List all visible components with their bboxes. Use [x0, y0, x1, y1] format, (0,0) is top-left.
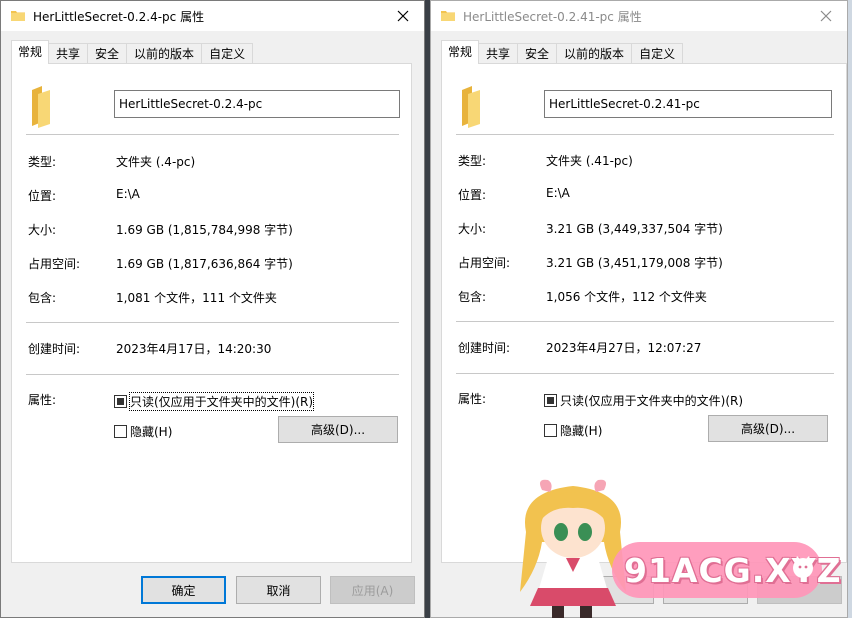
contains-label: 包含:: [458, 290, 487, 304]
watermark-badge: 91ACG.XYZ: [612, 542, 841, 598]
tab-general[interactable]: 常规: [441, 40, 480, 64]
hidden-checkbox-row[interactable]: 隐藏(H): [544, 422, 602, 439]
tab-sharing[interactable]: 共享: [478, 43, 519, 64]
divider: [26, 374, 399, 375]
location-value: E:\A: [116, 187, 140, 201]
properties-dialog-left: HerLittleSecret-0.2.4-pc 属性 常规 共享 安全 以前的…: [0, 0, 425, 618]
close-icon: [820, 10, 832, 22]
tab-customize[interactable]: 自定义: [201, 43, 254, 64]
title-bar[interactable]: HerLittleSecret-0.2.41-pc 属性: [431, 1, 847, 31]
tab-bar: 常规 共享 安全 以前的版本 自定义: [441, 40, 684, 64]
size-value: 1.69 GB (1,815,784,998 字节): [116, 223, 293, 237]
general-panel: 类型: 文件夹 (.4-pc) 位置: E:\A 大小: 1.69 GB (1,…: [11, 63, 412, 563]
readonly-checkbox[interactable]: [114, 395, 127, 408]
created-value: 2023年4月17日，14:20:30: [116, 342, 272, 356]
apply-button[interactable]: 应用(A): [330, 576, 415, 604]
type-label: 类型:: [458, 154, 487, 168]
ok-button[interactable]: 确定: [141, 576, 226, 604]
type-value: 文件夹 (.41-pc): [546, 154, 633, 168]
hidden-checkbox[interactable]: [544, 424, 557, 437]
close-icon: [397, 10, 409, 22]
tab-sharing[interactable]: 共享: [48, 43, 89, 64]
attributes-label: 属性:: [458, 392, 487, 406]
hidden-checkbox[interactable]: [114, 425, 127, 438]
created-label: 创建时间:: [28, 342, 81, 356]
size-label: 大小:: [458, 222, 487, 236]
divider: [456, 373, 834, 374]
tab-bar: 常规 共享 安全 以前的版本 自定义: [11, 40, 254, 64]
contains-label: 包含:: [28, 291, 57, 305]
general-panel: 类型: 文件夹 (.41-pc) 位置: E:\A 大小: 3.21 GB (3…: [441, 63, 847, 563]
close-button[interactable]: [809, 3, 843, 29]
contains-value: 1,081 个文件，111 个文件夹: [116, 291, 277, 305]
readonly-label: 只读(仅应用于文件夹中的文件)(R): [560, 394, 744, 408]
readonly-label: 只读(仅应用于文件夹中的文件)(R): [128, 392, 315, 411]
folder-icon: [441, 11, 455, 21]
tab-customize[interactable]: 自定义: [631, 43, 684, 64]
window-title: HerLittleSecret-0.2.41-pc 属性: [463, 10, 642, 24]
close-button[interactable]: [386, 3, 420, 29]
disk-size-value: 3.21 GB (3,451,179,008 字节): [546, 256, 723, 270]
disk-size-label: 占用空间:: [458, 256, 511, 270]
created-label: 创建时间:: [458, 341, 511, 355]
hidden-label: 隐藏(H): [130, 425, 173, 439]
advanced-button[interactable]: 高级(D)...: [278, 416, 398, 443]
divider: [26, 322, 399, 323]
hidden-label: 隐藏(H): [560, 424, 603, 438]
disk-size-value: 1.69 GB (1,817,636,864 字节): [116, 257, 293, 271]
tab-previous-versions[interactable]: 以前的版本: [556, 43, 633, 64]
readonly-checkbox[interactable]: [544, 394, 557, 407]
window-title: HerLittleSecret-0.2.4-pc 属性: [33, 10, 205, 24]
type-value: 文件夹 (.4-pc): [116, 155, 196, 169]
advanced-button[interactable]: 高级(D)...: [708, 415, 828, 442]
type-label: 类型:: [28, 155, 57, 169]
created-value: 2023年4月27日，12:07:27: [546, 341, 702, 355]
tab-previous-versions[interactable]: 以前的版本: [126, 43, 203, 64]
folder-icon: [11, 11, 25, 21]
readonly-checkbox-row[interactable]: 只读(仅应用于文件夹中的文件)(R): [544, 392, 743, 409]
folder-icon: [462, 86, 480, 128]
tab-security[interactable]: 安全: [517, 43, 558, 64]
attributes-label: 属性:: [28, 393, 57, 407]
readonly-checkbox-row[interactable]: 只读(仅应用于文件夹中的文件)(R): [114, 392, 315, 411]
tab-security[interactable]: 安全: [87, 43, 128, 64]
divider: [456, 134, 834, 135]
divider: [26, 134, 399, 135]
folder-name-input[interactable]: [544, 90, 832, 118]
properties-dialog-right: HerLittleSecret-0.2.41-pc 属性 常规 共享 安全 以前…: [430, 0, 848, 618]
cat-icon: [793, 556, 813, 578]
mascot-illustration: [520, 479, 626, 618]
cancel-button[interactable]: 取消: [236, 576, 321, 604]
disk-size-label: 占用空间:: [28, 257, 81, 271]
tab-general[interactable]: 常规: [11, 40, 50, 64]
size-label: 大小:: [28, 223, 57, 237]
location-label: 位置:: [458, 188, 487, 202]
location-value: E:\A: [546, 186, 570, 200]
contains-value: 1,056 个文件，112 个文件夹: [546, 290, 707, 304]
divider: [456, 321, 834, 322]
title-bar[interactable]: HerLittleSecret-0.2.4-pc 属性: [1, 1, 424, 31]
folder-icon: [32, 86, 50, 128]
location-label: 位置:: [28, 189, 57, 203]
folder-name-input[interactable]: [114, 90, 400, 118]
hidden-checkbox-row[interactable]: 隐藏(H): [114, 423, 172, 440]
size-value: 3.21 GB (3,449,337,504 字节): [546, 222, 723, 236]
